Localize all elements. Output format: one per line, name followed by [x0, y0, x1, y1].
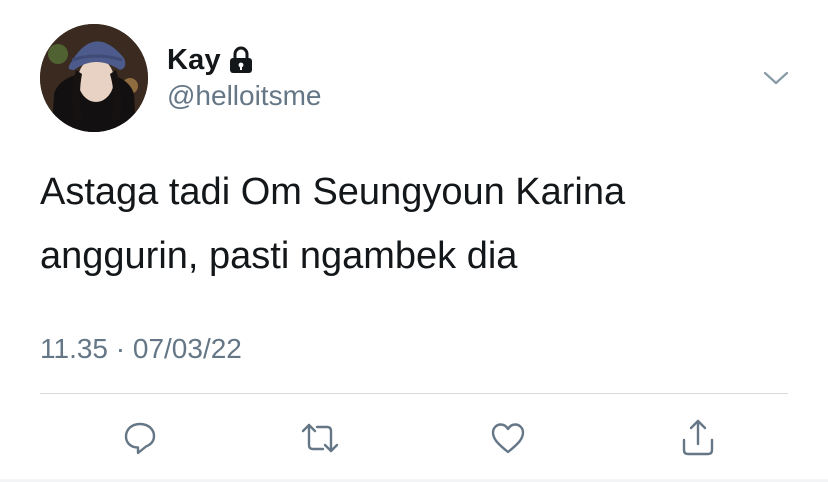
profile-photo [40, 24, 148, 132]
share-upload-icon [679, 418, 717, 458]
like-button[interactable] [486, 416, 530, 460]
tweet-text: Astaga tadi Om Seungyoun Karina anggurin… [40, 170, 790, 278]
author-display-name[interactable]: Kay [167, 44, 221, 77]
reply-button[interactable] [118, 416, 162, 460]
retweet-button[interactable] [298, 416, 342, 460]
author-name-row: Kay [167, 41, 253, 79]
speech-bubble-icon [121, 419, 159, 457]
lock-icon [229, 46, 253, 74]
heart-icon [489, 420, 527, 456]
tweet-timestamp[interactable]: 11.35 · 07/03/22 [40, 333, 242, 365]
avatar[interactable] [40, 24, 148, 132]
tweet-text-line: anggurin, pasti ngambek dia [40, 235, 518, 277]
author-handle[interactable]: @helloitsme [167, 80, 321, 112]
divider [40, 393, 788, 394]
chevron-down-icon[interactable] [760, 64, 792, 92]
retweet-arrows-icon [299, 420, 341, 456]
share-button[interactable] [676, 416, 720, 460]
tweet-text-line: Astaga tadi Om Seungyoun Karina [40, 171, 626, 213]
